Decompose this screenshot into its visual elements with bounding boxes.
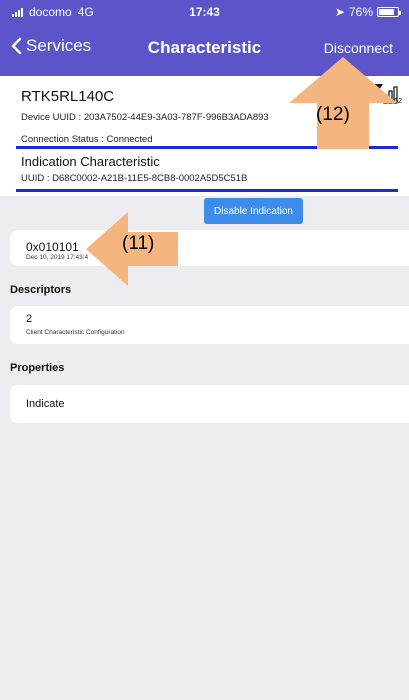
arrow-up-icon — [289, 57, 397, 149]
property-name: Indicate — [26, 398, 65, 410]
device-uuid: Device UUID : 203A7502-44E9-3A03-787F-99… — [21, 112, 269, 123]
properties-header: Properties — [10, 362, 65, 374]
divider — [16, 189, 398, 192]
characteristic-uuid: UUID : D68C0002-A21B-11E5-8CB8-0002A5D5C… — [21, 173, 248, 184]
characteristic-value: 0x010101 — [26, 240, 79, 254]
status-right: ➤ 76% — [334, 5, 401, 19]
descriptors-header: Descriptors — [10, 284, 72, 296]
location-icon: ➤ — [334, 5, 345, 19]
status-bar: docomo 4G 17:43 ➤ 76% — [0, 0, 409, 22]
descriptor-value: 2 — [26, 313, 33, 325]
value-card: 0x010101 Dec 10, 2019 17:43:4 — [10, 230, 409, 266]
device-name: RTK5RL140C — [21, 88, 115, 105]
value-timestamp: Dec 10, 2019 17:43:4 — [26, 254, 89, 261]
disable-indication-button[interactable]: Disable Indication — [204, 198, 303, 224]
battery-icon — [377, 7, 401, 17]
callout-11: (11) — [122, 233, 155, 254]
disconnect-button[interactable]: Disconnect — [324, 40, 393, 56]
descriptor-name: Client Characteristic Configuration — [26, 329, 125, 336]
battery-percent: 76% — [348, 5, 373, 19]
descriptor-item[interactable]: 2 Client Characteristic Configuration — [10, 306, 409, 344]
characteristic-name: Indication Characteristic — [21, 154, 160, 169]
connection-status: Connection Status : Connected — [21, 134, 153, 145]
property-item: Indicate — [10, 385, 409, 423]
callout-12: (12) — [316, 104, 350, 125]
